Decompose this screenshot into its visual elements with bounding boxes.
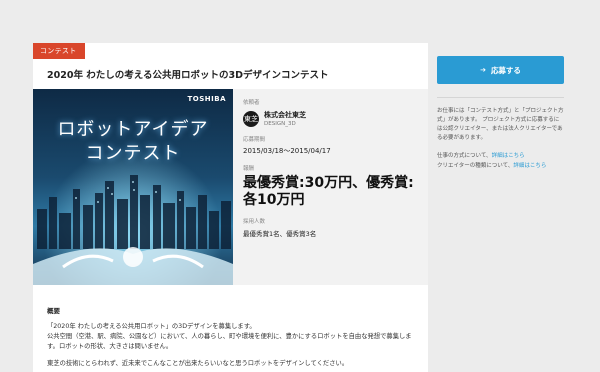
sidebar-creator-info: クリエイターの種類について、詳細はこちら — [437, 162, 564, 171]
period-value: 2015/03/18〜2015/04/17 — [243, 147, 331, 155]
contest-card: コンテスト 2020年 わたしの考える公共用ロボットの3Dデザインコンテスト T… — [33, 43, 428, 372]
contest-banner-image: TOSHIBA ロボットアイデア コンテスト — [33, 89, 233, 285]
creator-text: クリエイターの種類について、 — [437, 163, 514, 169]
banner-heading-line2: コンテスト — [85, 143, 181, 164]
page-title: 2020年 わたしの考える公共用ロボットの3Dデザインコンテスト — [47, 70, 329, 81]
period-label: 応募期間 — [243, 137, 266, 143]
client-block[interactable]: 東芝 株式会社東芝 DESIGN_3D — [243, 110, 428, 127]
sidebar-note: お仕事には「コンテスト方式」と「プロジェクト方式」があります。 プロジェクト方式… — [437, 108, 564, 141]
contest-info-panel: 依頼者 東芝 株式会社東芝 DESIGN_3D 応募期間 2015/03/18〜… — [233, 89, 428, 285]
banner-heading-line1: ロボットアイデア — [57, 119, 209, 140]
method-text: 仕事の方式について、 — [437, 153, 492, 159]
apply-button[interactable]: ➔ 応募する — [437, 56, 564, 84]
overview-paragraph-1: 「2020年 わたしの考える公共用ロボット」の3Dデザインを募集します。 — [47, 323, 256, 330]
count-value: 最優秀賞1名、優秀賞3名 — [243, 230, 317, 238]
overview-heading: 概要 — [47, 307, 60, 315]
sidebar-method-info: 仕事の方式について、詳細はこちら — [437, 152, 564, 161]
sidebar-divider — [437, 97, 564, 98]
overview-section: 概要 「2020年 わたしの考える公共用ロボット」の3Dデザインを募集します。 … — [47, 305, 417, 369]
client-label: 依頼者 — [243, 100, 260, 106]
reward-value: 最優秀賞:30万円、優秀賞:各10万円 — [243, 175, 414, 208]
apply-button-label: 応募する — [490, 65, 521, 75]
overview-paragraph-3: 東芝の技術にとらわれず、近未来でこんなことが出来たらいいなと思うロボットをデザイ… — [47, 360, 349, 367]
reward-label: 報酬 — [243, 166, 255, 172]
overview-paragraph-2: 公共空間（空港、駅、病院、公園など）において、人の暮らし、町や環境を便利に、豊か… — [47, 333, 412, 350]
client-avatar: 東芝 — [243, 110, 259, 127]
arrow-right-icon: ➔ — [480, 66, 486, 74]
client-id: DESIGN_3D — [264, 121, 296, 127]
creator-detail-link[interactable]: 詳細はこちら — [513, 163, 546, 169]
count-label: 採用人数 — [243, 219, 266, 225]
method-detail-link[interactable]: 詳細はこちら — [492, 153, 525, 159]
toshiba-logo: TOSHIBA — [187, 95, 226, 103]
contest-tag: コンテスト — [33, 43, 85, 59]
client-name[interactable]: 株式会社東芝 — [264, 110, 306, 120]
